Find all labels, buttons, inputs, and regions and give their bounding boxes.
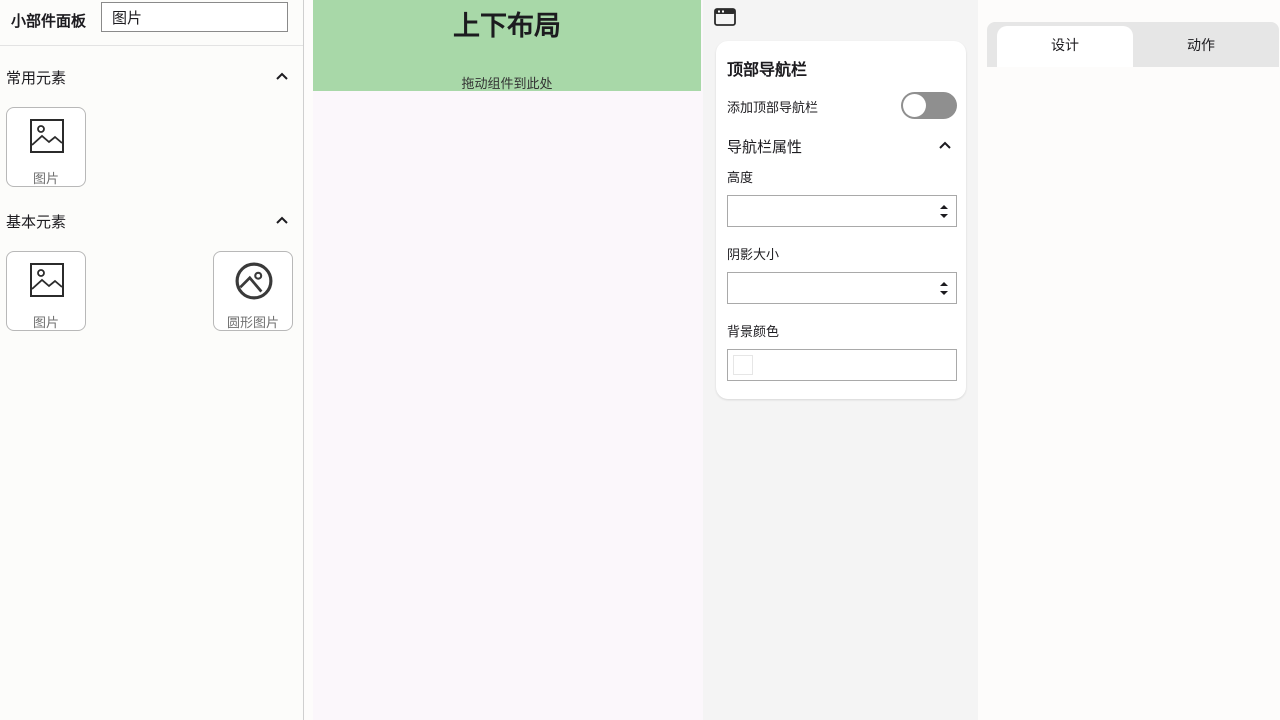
circle-image-icon [235, 262, 273, 300]
window-icon[interactable] [714, 7, 736, 27]
widget-card-label: 图片 [32, 316, 59, 331]
shadow-size-label: 阴影大小 [727, 248, 780, 263]
right-panel: 设计 动作 [979, 0, 1280, 720]
widget-panel-header: 小部件面板 [0, 0, 303, 46]
widget-card-label: 图片 [32, 172, 59, 187]
widget-search-input[interactable] [101, 2, 288, 32]
color-swatch [733, 355, 753, 375]
add-navbar-toggle[interactable] [901, 92, 957, 119]
image-icon [30, 119, 64, 153]
properties-column: 顶部导航栏 添加顶部导航栏 导航栏属性 高度 阴影大小 背景颜色 [703, 0, 978, 720]
chevron-up-icon [276, 72, 288, 80]
height-label: 高度 [727, 171, 754, 186]
bg-color-label: 背景颜色 [727, 325, 780, 340]
shadow-size-field [727, 272, 957, 304]
image-icon [30, 263, 64, 297]
bg-color-field[interactable] [727, 349, 957, 381]
widget-panel: 小部件面板 常用元素 图片 基本元素 图片 圆形图片 [0, 0, 304, 720]
canvas-top-region[interactable]: 上下布局 拖动组件到此处 [313, 0, 701, 92]
spinner-icon[interactable] [938, 201, 950, 221]
widget-card-image[interactable]: 图片 [6, 251, 86, 331]
widget-card-circle-image[interactable]: 圆形图片 [213, 251, 293, 331]
canvas-layout-title: 上下布局 [453, 11, 561, 42]
tab-design[interactable]: 设计 [997, 26, 1133, 67]
top-navbar-card: 顶部导航栏 添加顶部导航栏 导航栏属性 高度 阴影大小 背景颜色 [716, 41, 966, 399]
spinner-icon[interactable] [938, 278, 950, 298]
widget-panel-title: 小部件面板 [11, 12, 87, 30]
navbar-props-label: 导航栏属性 [727, 138, 803, 156]
section-header-basic[interactable]: 基本元素 [6, 209, 296, 233]
navbar-props-header[interactable]: 导航栏属性 [727, 136, 957, 160]
section-label: 常用元素 [6, 69, 67, 87]
tab-action[interactable]: 动作 [1133, 26, 1269, 67]
height-field [727, 195, 957, 227]
chevron-up-icon [276, 216, 288, 224]
height-input[interactable] [728, 196, 928, 226]
section-label: 基本元素 [6, 213, 67, 231]
design-canvas[interactable]: 上下布局 拖动组件到此处 [313, 0, 703, 720]
widget-card-label: 圆形图片 [226, 316, 279, 331]
tab-bar: 设计 动作 [987, 22, 1279, 67]
toggle-label: 添加顶部导航栏 [727, 101, 819, 116]
widget-card-image[interactable]: 图片 [6, 107, 86, 187]
shadow-size-input[interactable] [728, 273, 928, 303]
toggle-knob [903, 94, 926, 117]
section-header-common[interactable]: 常用元素 [6, 65, 296, 89]
card-title: 顶部导航栏 [727, 60, 808, 79]
chevron-up-icon [939, 141, 951, 149]
canvas-drop-hint: 拖动组件到此处 [461, 77, 553, 92]
